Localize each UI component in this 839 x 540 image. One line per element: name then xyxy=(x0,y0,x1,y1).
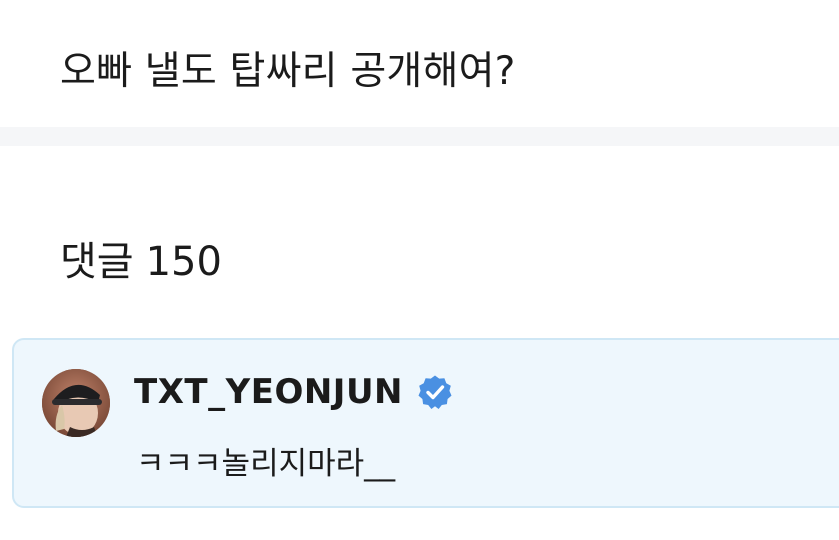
comment-text: ㅋㅋㅋ놀리지마라__ xyxy=(136,446,396,482)
post-detail-view: 오빠 낼도 탑싸리 공개해여? 댓글 150 TXT_YEONJUN ㅋㅋㅋ놀리… xyxy=(0,0,839,540)
comment-count-header: 댓글 150 xyxy=(60,230,222,294)
comment-author-row: TXT_YEONJUN xyxy=(134,366,453,418)
verified-badge-icon xyxy=(417,374,453,410)
comment-count-value: 150 xyxy=(145,239,222,285)
section-divider xyxy=(0,127,839,146)
post-text: 오빠 낼도 탑싸리 공개해여? xyxy=(60,49,516,94)
avatar-photo xyxy=(42,369,110,437)
comment-count-label: 댓글 xyxy=(60,239,134,285)
comment-author-name[interactable]: TXT_YEONJUN xyxy=(134,366,403,418)
avatar[interactable] xyxy=(42,369,110,437)
pinned-comment-card[interactable]: TXT_YEONJUN ㅋㅋㅋ놀리지마라__ xyxy=(12,338,839,508)
